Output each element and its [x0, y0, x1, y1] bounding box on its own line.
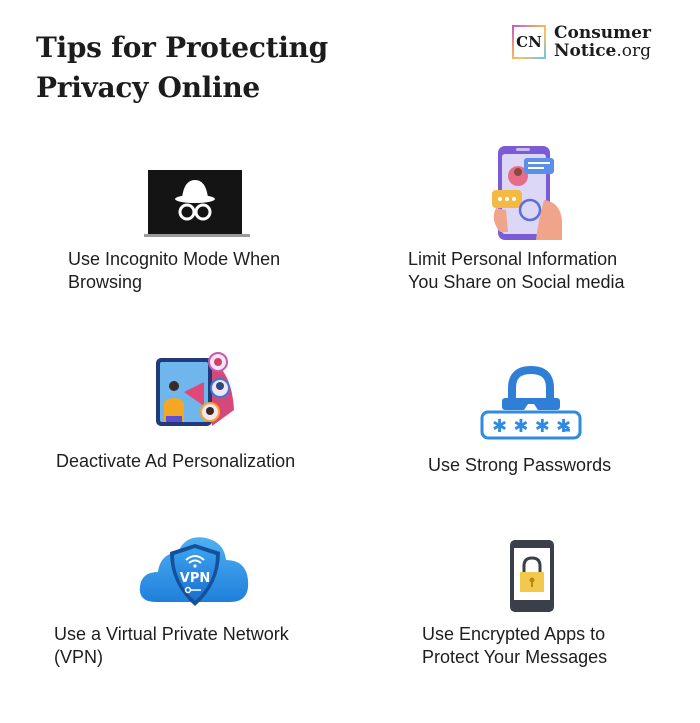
tip-social-line-1: Limit Personal Information — [408, 249, 618, 269]
consumernotice-logo: CN Consumer Notice.org — [512, 24, 651, 60]
logo-mark-text: CN — [516, 33, 542, 51]
logo-line-2: Notice.org — [554, 42, 651, 60]
title-line-1: Tips for Protecting — [36, 31, 328, 64]
title-line-2: Privacy Online — [36, 71, 260, 104]
logo-wordmark: Consumer Notice.org — [554, 24, 651, 60]
incognito-laptop-icon — [144, 170, 250, 237]
page-title: Tips for Protecting Privacy Online — [36, 28, 328, 108]
svg-text:✱ ✱ ✱ ✱: ✱ ✱ ✱ ✱ — [492, 416, 571, 437]
social-media-phone-icon — [492, 146, 562, 240]
password-lock-icon: ✱ ✱ ✱ ✱ — [480, 366, 582, 440]
tip-vpn-line-2: (VPN) — [54, 647, 103, 667]
logo-line-2-main: Notice — [554, 41, 617, 61]
vpn-badge-text: VPN — [180, 571, 210, 586]
vpn-cloud-icon: VPN — [139, 537, 249, 606]
logo-line-1: Consumer — [554, 23, 651, 43]
tip-ads-line-1: Deactivate Ad Personalization — [56, 451, 296, 471]
logo-line-2-suffix: .org — [616, 41, 652, 61]
tip-social-line-2: You Share on Social media — [408, 272, 625, 292]
tip-incognito-line-1: Use Incognito Mode When — [68, 249, 281, 269]
tip-vpn-line-1: Use a Virtual Private Network — [54, 624, 289, 644]
tip-encrypted-line-1: Use Encrypted Apps to — [422, 624, 606, 644]
encrypted-phone-icon — [510, 540, 554, 612]
tip-passwords-line-1: Use Strong Passwords — [428, 455, 612, 475]
ad-personalization-icon — [156, 352, 234, 426]
logo-mark: CN — [512, 25, 546, 59]
tip-incognito-line-2: Browsing — [68, 272, 143, 292]
tip-encrypted-line-2: Protect Your Messages — [422, 647, 608, 667]
